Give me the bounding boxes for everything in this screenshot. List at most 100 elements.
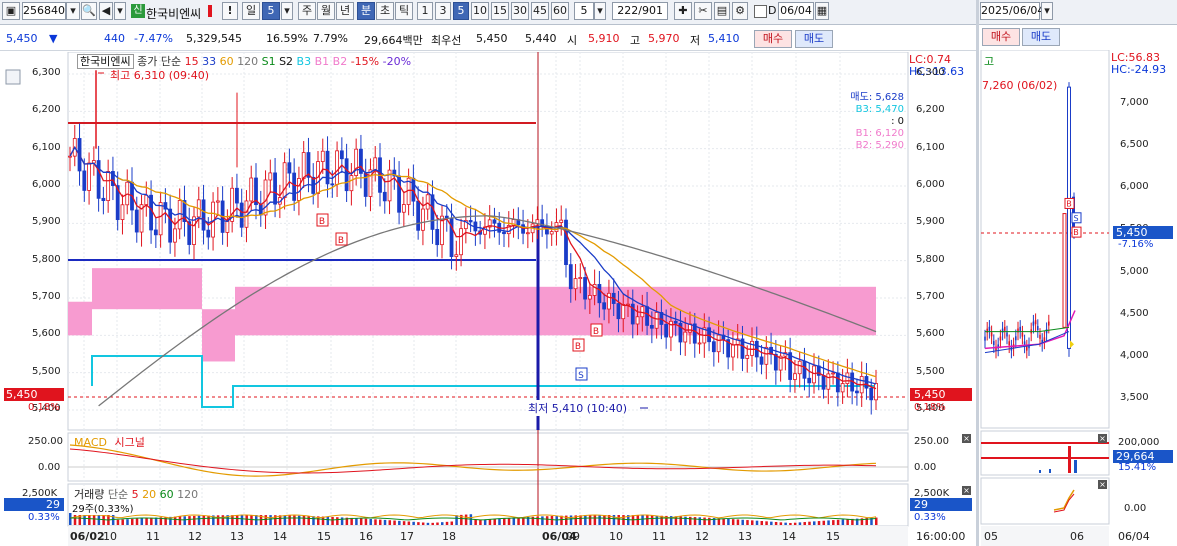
candle-body (616, 303, 621, 320)
macd-title: MACD (74, 436, 107, 449)
settings-icon[interactable]: ⚙ (732, 2, 748, 20)
volume-bar (636, 515, 640, 525)
macd-close-icon[interactable]: × (962, 434, 971, 443)
period-second[interactable]: 초 (376, 2, 394, 20)
minute-dropdown-icon[interactable]: ▾ (594, 2, 606, 20)
volume-bar (374, 519, 377, 525)
mini-vol-close-icon[interactable]: × (1098, 434, 1107, 443)
volume-bar (808, 521, 811, 525)
candle-body (301, 152, 306, 179)
minute-3[interactable]: 3 (435, 2, 451, 20)
minute-10[interactable]: 10 (471, 2, 489, 20)
volume-tag-right: 29 (910, 498, 972, 511)
period-year[interactable]: 년 (336, 2, 354, 20)
volume-bar (503, 518, 506, 525)
candle-body (68, 155, 72, 158)
main-chart[interactable]: B B B S B (0, 52, 976, 546)
volume-bar (813, 521, 816, 525)
legend-item[interactable]: B1 (311, 55, 330, 68)
volume-bar (827, 520, 830, 525)
candle-body (177, 200, 182, 230)
mini-calendar-icon[interactable]: ▾ (1041, 2, 1053, 20)
candle-body (607, 292, 611, 310)
minute-1[interactable]: 1 (417, 2, 433, 20)
volume-bar (417, 522, 420, 525)
mini-buy-button[interactable]: 매수 (982, 28, 1020, 46)
minute-15[interactable]: 15 (491, 2, 509, 20)
candle-body (101, 197, 106, 201)
y-tick-label: 5,500 (32, 365, 61, 377)
volume-bar (588, 515, 592, 525)
candle-body (435, 229, 440, 246)
legend-item[interactable]: S2 (276, 55, 293, 68)
volume-bar (708, 517, 711, 525)
legend-item[interactable]: 60 (216, 55, 234, 68)
period-dropdown-icon[interactable]: ▾ (281, 2, 293, 20)
speaker-dropdown-icon[interactable]: ▾ (114, 2, 126, 20)
mini-vol-tick-1: 0.00 (1124, 503, 1147, 514)
period-week[interactable]: 주 (298, 2, 316, 20)
stock-name[interactable]: 한국비엔씨 (146, 5, 201, 22)
mini-candle-body (993, 341, 995, 346)
mini-sell-button[interactable]: 매도 (1022, 28, 1060, 46)
period-day[interactable]: 일 (242, 2, 260, 20)
minute-30[interactable]: 30 (511, 2, 529, 20)
candle-body (845, 372, 850, 384)
volume-bar (173, 516, 177, 525)
candle-body (168, 208, 173, 243)
speaker-icon[interactable]: ◀ (99, 2, 113, 20)
period-month[interactable]: 월 (317, 2, 335, 20)
candle-body (430, 194, 435, 230)
legend-item[interactable]: 120 (234, 55, 258, 68)
calendar-icon[interactable]: ▦ (815, 2, 829, 20)
volume-close-icon[interactable]: × (962, 486, 971, 495)
sell-button[interactable]: 매도 (795, 30, 833, 48)
scissors-icon[interactable]: ✂ (694, 2, 712, 20)
minute-60[interactable]: 60 (551, 2, 569, 20)
legend-item[interactable]: B3 (293, 55, 312, 68)
candle-body (797, 360, 802, 375)
volume-bar (431, 522, 434, 525)
candle-body (268, 172, 273, 181)
legend-item[interactable]: S1 (258, 55, 276, 68)
volume-bar (536, 516, 539, 525)
candle-body (759, 356, 764, 365)
mini-date-field[interactable]: 2025/06/04 (980, 2, 1044, 20)
volume-value: 5,329,545 (186, 32, 242, 45)
legend-item[interactable]: -20% (379, 55, 411, 68)
candle-body (583, 277, 587, 300)
minute-45[interactable]: 45 (531, 2, 549, 20)
date-checkbox[interactable] (754, 5, 767, 18)
period-value[interactable]: 5 (262, 2, 280, 20)
mini-y-tick: 7,000 (1120, 97, 1149, 108)
candle-body (525, 232, 530, 235)
minute-5[interactable]: 5 (453, 2, 469, 20)
candle-body (807, 377, 812, 384)
mini-macd-close-icon[interactable]: × (1098, 480, 1107, 489)
crosshair-icon[interactable]: ✚ (674, 2, 692, 20)
period-tick[interactable]: 틱 (395, 2, 413, 20)
buy-button[interactable]: 매수 (754, 30, 792, 48)
candle-body (330, 183, 335, 186)
count-field[interactable]: 222/901 (612, 2, 668, 20)
volume-bar (426, 522, 430, 525)
candle-body (764, 346, 769, 365)
minute-input[interactable]: 5 (574, 2, 594, 20)
legend-item[interactable]: B2 (329, 55, 348, 68)
date-field[interactable]: 06/04 (778, 2, 814, 20)
indicator-list-icon (5, 69, 21, 85)
menu-icon[interactable]: ▣ (2, 2, 20, 20)
volume-bar (288, 515, 291, 525)
warning-button[interactable]: ! (222, 2, 238, 20)
legend-item[interactable]: -15% (347, 55, 379, 68)
mini-y-tick: 4,000 (1120, 349, 1149, 361)
mini-candle-body (1062, 213, 1067, 328)
candle-body (320, 150, 325, 162)
search-icon[interactable]: 🔍 (81, 2, 97, 20)
volume-bar (488, 519, 492, 525)
mini-candle-body (988, 326, 991, 331)
save-icon[interactable]: ▤ (714, 2, 730, 20)
code-dropdown-icon[interactable]: ▾ (66, 2, 80, 20)
period-minute[interactable]: 분 (357, 2, 375, 20)
code-input[interactable]: 256840 (22, 2, 66, 20)
